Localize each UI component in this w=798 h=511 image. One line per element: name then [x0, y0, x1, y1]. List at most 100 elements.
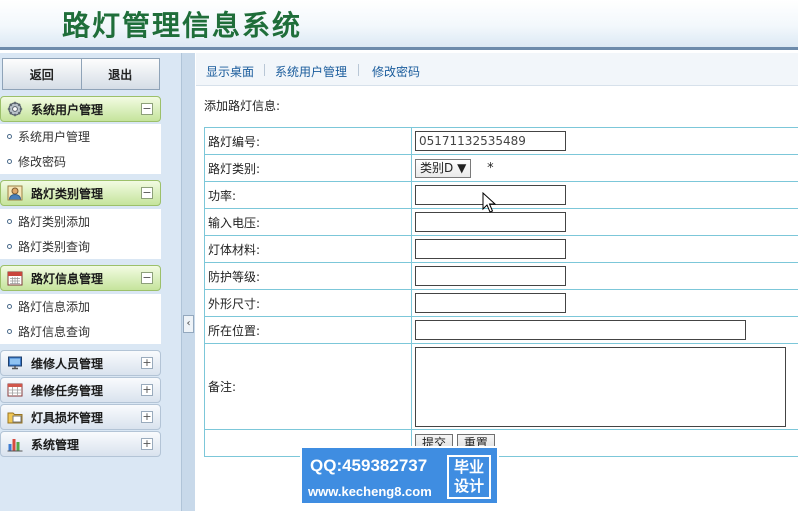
form-row: 功率: [204, 181, 798, 209]
field-label: 输入电压: [204, 208, 412, 236]
app-title: 路灯管理信息系统 [62, 9, 303, 42]
form-row: 路灯编号: [204, 127, 798, 155]
bullet-icon [7, 219, 12, 224]
select-value: 类别D [420, 160, 454, 175]
mouse-cursor-icon [482, 192, 496, 213]
remark-textarea[interactable] [415, 346, 786, 427]
lamp-code-input[interactable] [415, 131, 566, 151]
watermark-badge: 毕业 设计 [447, 455, 491, 499]
menu-section-label: 路灯类别管理 [31, 186, 104, 201]
field-label: 防护等级: [204, 262, 412, 290]
menu-section-label: 维修任务管理 [31, 383, 104, 398]
tab-separator [358, 64, 359, 76]
voltage-input[interactable] [415, 212, 566, 232]
menu-section-label: 灯具损坏管理 [31, 410, 104, 425]
sidebar-item-label: 路灯类别添加 [18, 215, 91, 229]
collapse-toggle-icon[interactable]: − [141, 187, 153, 199]
sidebar-top-buttons: 返回 退出 [2, 58, 160, 90]
back-button[interactable]: 返回 [2, 58, 82, 90]
field-label: 外形尺寸: [204, 289, 412, 317]
watermark-badge-line: 毕业 [453, 458, 484, 476]
bullet-icon [7, 134, 12, 139]
collapse-toggle-icon[interactable]: − [141, 272, 153, 284]
tab-change-password[interactable]: 修改密码 [372, 63, 420, 80]
bullet-icon [7, 329, 12, 334]
field-label: 灯体材料: [204, 235, 412, 263]
chart-icon [7, 439, 23, 452]
form-row: 灯体材料: [204, 235, 798, 263]
field-label: 所在位置: [204, 316, 412, 344]
form-row: 外形尺寸: [204, 289, 798, 317]
menu-section-label: 维修人员管理 [31, 356, 104, 371]
menu-section-system-admin[interactable]: 系统管理 + [0, 431, 161, 457]
user-icon [7, 185, 23, 201]
calendar-icon [7, 271, 23, 286]
bullet-icon [7, 159, 12, 164]
tab-show-desktop[interactable]: 显示桌面 [206, 63, 254, 80]
menu-section-repair-staff[interactable]: 维修人员管理 + [0, 350, 161, 376]
sidebar-item-change-password[interactable]: 修改密码 [0, 149, 161, 174]
sidebar-item-add-lamp-category[interactable]: 路灯类别添加 [0, 209, 161, 234]
app-header: 路灯管理信息系统 [0, 0, 798, 50]
menu-section-label: 系统管理 [31, 437, 80, 452]
menu-section-lamp-category[interactable]: 路灯类别管理 − [0, 180, 161, 206]
field-label: 功率: [204, 181, 412, 209]
sidebar-item-label: 路灯类别查询 [18, 240, 91, 254]
lamp-category-select[interactable]: 类别D ▼ [415, 158, 472, 178]
form-row: 所在位置: [204, 316, 798, 344]
expand-toggle-icon[interactable]: + [141, 384, 153, 396]
collapse-sidebar-icon[interactable]: ‹ [183, 315, 194, 333]
field-label: 路灯编号: [204, 127, 412, 155]
main-panel: 显示桌面 系统用户管理 修改密码 添加路灯信息: 路灯编号: 路灯类别: 类别D… [196, 53, 798, 511]
collapse-toggle-icon[interactable]: − [141, 103, 153, 115]
field-label: 备注: [204, 343, 412, 430]
dropdown-arrow-icon: ▼ [457, 160, 467, 175]
protection-level-input[interactable] [415, 266, 566, 286]
form-row: 防护等级: [204, 262, 798, 290]
sidebar-item-query-lamp-info[interactable]: 路灯信息查询 [0, 319, 161, 344]
table-icon [7, 383, 23, 397]
watermark-banner: QQ:459382737 www.kecheng8.com 毕业 设计 [300, 446, 499, 505]
watermark-url: www.kecheng8.com [308, 484, 432, 499]
sidebar-item-system-users[interactable]: 系统用户管理 [0, 124, 161, 149]
menu-section-system-users[interactable]: 系统用户管理 − [0, 96, 161, 122]
watermark-badge-line: 设计 [453, 477, 484, 495]
form-title: 添加路灯信息: [204, 99, 281, 113]
sidebar-item-label: 路灯信息添加 [18, 300, 91, 314]
menu-section-lamp-damage[interactable]: 灯具损坏管理 + [0, 404, 161, 430]
menu-section-repair-tasks[interactable]: 维修任务管理 + [0, 377, 161, 403]
form-row: 路灯类别: 类别D ▼ * [204, 154, 798, 182]
dimensions-input[interactable] [415, 293, 566, 313]
sidebar: 返回 退出 系统用户管理 − 系统用户管理 修改密码 路灯类别管理 − 路灯类别… [0, 53, 181, 511]
gear-icon [7, 101, 23, 117]
lamp-form: 路灯编号: 路灯类别: 类别D ▼ * 功率: 输入电压: 灯体材料: 防护等级… [204, 127, 798, 457]
sidebar-item-query-lamp-category[interactable]: 路灯类别查询 [0, 234, 161, 259]
form-row: 输入电压: [204, 208, 798, 236]
expand-toggle-icon[interactable]: + [141, 438, 153, 450]
computer-icon [8, 356, 22, 370]
sidebar-item-add-lamp-info[interactable]: 路灯信息添加 [0, 294, 161, 319]
form-actions-row: 提交 重置 [204, 429, 798, 457]
watermark-qq: QQ:459382737 [310, 456, 428, 475]
location-input[interactable] [415, 320, 746, 340]
tab-bar: 显示桌面 系统用户管理 修改密码 [196, 53, 798, 86]
material-input[interactable] [415, 239, 566, 259]
menu-section-lamp-info[interactable]: 路灯信息管理 − [0, 265, 161, 291]
menu-section-label: 系统用户管理 [31, 102, 104, 117]
tab-system-users[interactable]: 系统用户管理 [275, 63, 347, 80]
sidebar-item-label: 系统用户管理 [18, 130, 91, 144]
bullet-icon [7, 304, 12, 309]
sidebar-item-label: 路灯信息查询 [18, 325, 91, 339]
sidebar-splitter[interactable] [181, 53, 195, 511]
required-mark: * [487, 160, 494, 176]
field-label: 路灯类别: [204, 154, 412, 182]
form-row: 备注: [204, 343, 798, 430]
bullet-icon [7, 244, 12, 249]
folder-icon [7, 412, 23, 424]
exit-button[interactable]: 退出 [81, 58, 160, 90]
menu-section-label: 路灯信息管理 [31, 271, 104, 286]
sidebar-item-label: 修改密码 [18, 155, 67, 169]
expand-toggle-icon[interactable]: + [141, 357, 153, 369]
expand-toggle-icon[interactable]: + [141, 411, 153, 423]
tab-separator [264, 64, 265, 76]
